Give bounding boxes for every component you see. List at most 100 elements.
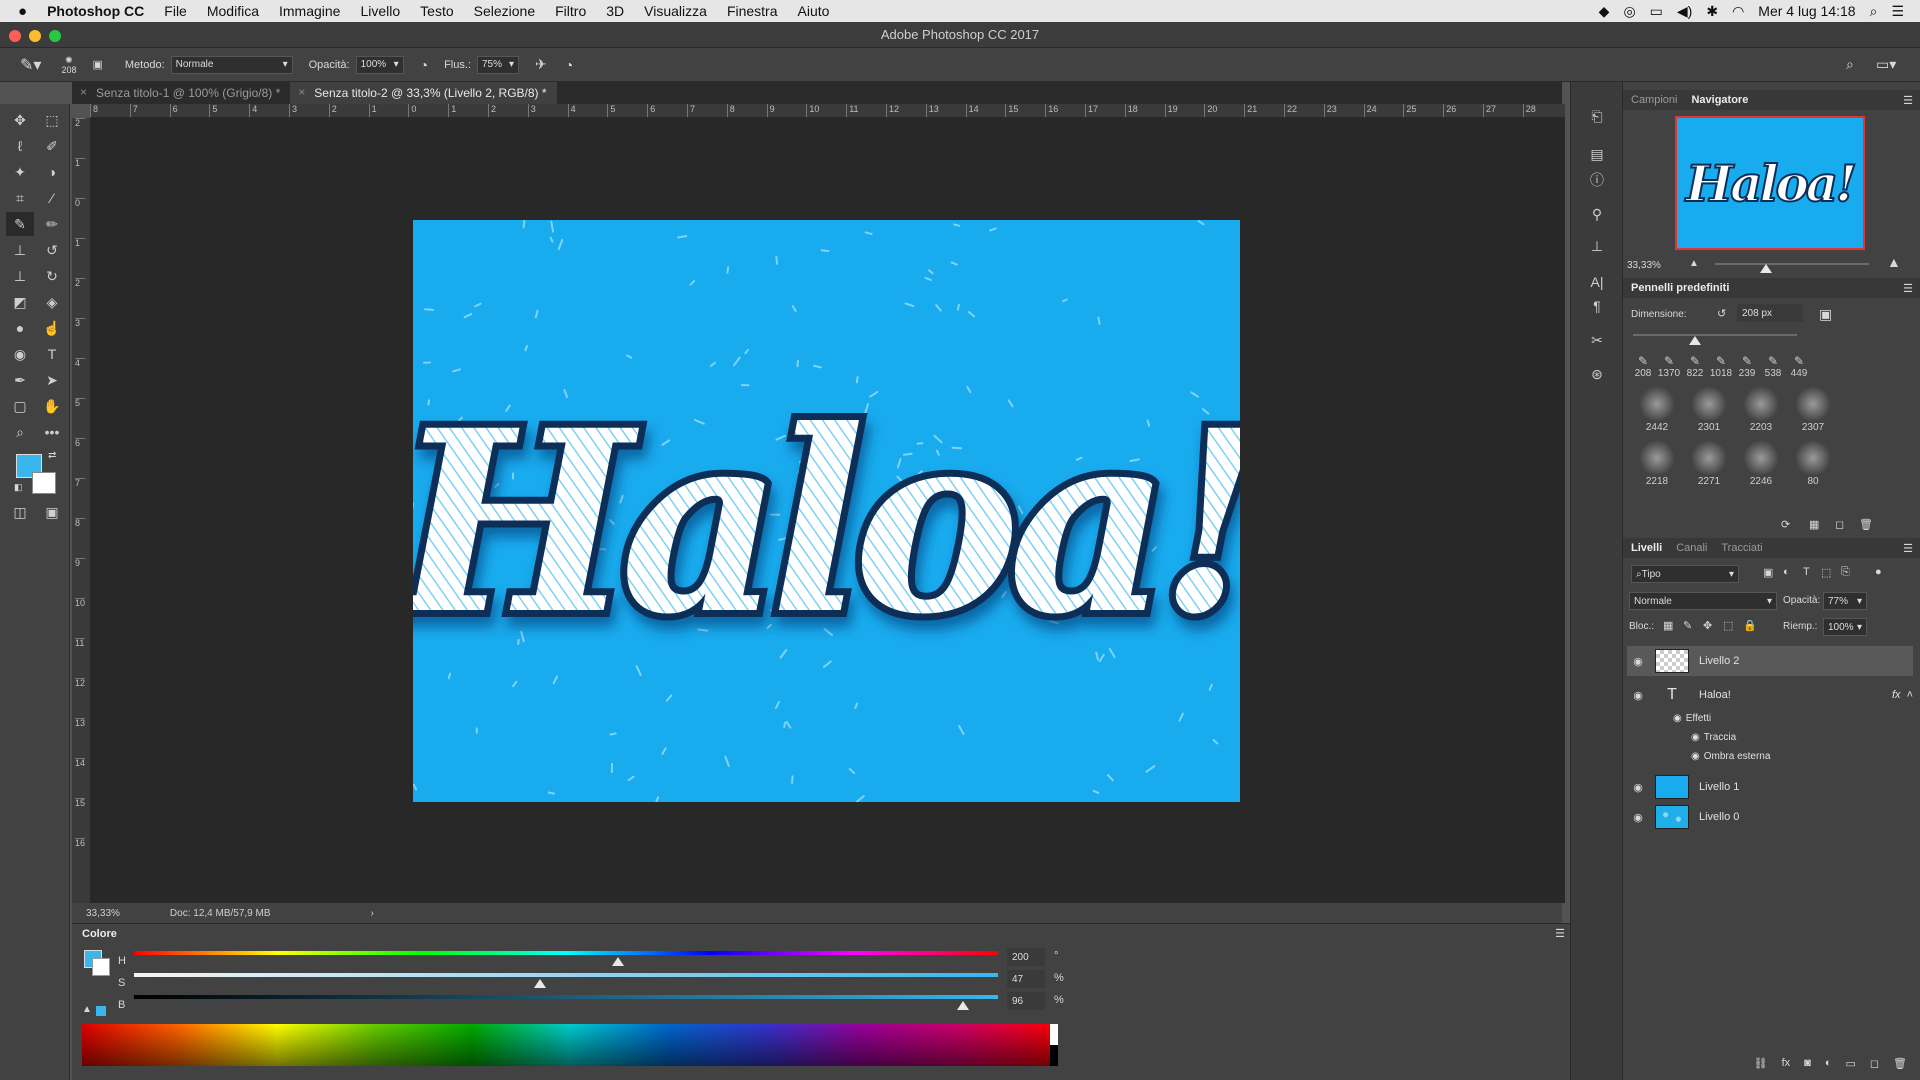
tab-campioni[interactable]: Campioni	[1631, 94, 1677, 106]
brush-preset[interactable]: 2246	[1733, 440, 1789, 487]
filter-smart-icon[interactable]: ⎘	[1841, 566, 1850, 579]
tab-canali[interactable]: Canali	[1676, 542, 1707, 554]
brush-preset[interactable]: 2203	[1733, 386, 1789, 433]
brush-preset[interactable]: 2271	[1681, 440, 1737, 487]
horizontal-ruler[interactable]: 8 7 6 5 4 3 2 1 0 1 2 3 4 5 6 7 8 9 10 11 12 13 14 15 16 17 18 19 20…	[90, 104, 1565, 118]
layer-row-livello-1[interactable]: ◉ Livello 1	[1627, 772, 1913, 802]
document-canvas[interactable]: Haloa!	[413, 220, 1240, 802]
sync-icon[interactable]: ◎	[1623, 3, 1635, 20]
apple-menu-icon[interactable]: ●	[0, 3, 37, 20]
brush-tool-icon[interactable]: ✎	[6, 212, 34, 236]
menu-visualizza[interactable]: Visualizza	[634, 3, 717, 19]
art-history-brush-icon[interactable]: ↻	[38, 264, 66, 288]
color-ramp[interactable]	[82, 1024, 1058, 1066]
history-brush-icon[interactable]: ↺	[38, 238, 66, 262]
pressure-opacity-icon[interactable]: ◔	[420, 57, 428, 73]
app-menu[interactable]: Photoshop CC	[37, 3, 154, 19]
blend-mode-select[interactable]: Normale ▾	[1629, 592, 1777, 610]
navigator-zoom-knob[interactable]	[1759, 264, 1772, 273]
panel-menu-icon[interactable]: ☰	[1903, 282, 1920, 295]
zoom-window-button[interactable]	[49, 30, 61, 42]
flow-field[interactable]: 75% ▾	[476, 55, 519, 74]
default-colors-icon[interactable]: ◧	[14, 482, 23, 493]
effect-row-ombra-esterna[interactable]: ◉ Ombra esterna	[1627, 746, 1913, 766]
tab-document-2[interactable]: × Senza titolo-2 @ 33,3% (Livello 2, RGB/…	[290, 82, 557, 104]
brightness-slider[interactable]	[134, 995, 998, 999]
menu-testo[interactable]: Testo	[410, 3, 463, 19]
zoom-tool-icon[interactable]: ⌕	[6, 420, 34, 444]
search-icon[interactable]: ⌕	[1846, 56, 1854, 73]
workspace-switcher-icon[interactable]: ▭▾	[1876, 56, 1896, 73]
info-panel-icon[interactable]: ⓘ	[1583, 168, 1611, 192]
eye-icon[interactable]: ◉	[1627, 689, 1649, 702]
reset-size-icon[interactable]: ↺	[1717, 307, 1726, 320]
brush-size-slider[interactable]	[1633, 334, 1797, 336]
blur-tool-icon[interactable]: ●	[6, 316, 34, 340]
paint-bucket-icon[interactable]: ◈	[38, 290, 66, 314]
panel-menu-icon[interactable]: ☰	[1903, 94, 1920, 107]
navigator-preview[interactable]: Haloa!	[1675, 116, 1865, 250]
spotlight-icon[interactable]: ⌕	[1870, 3, 1878, 20]
dodge-tool-icon[interactable]: ◉	[6, 342, 34, 366]
tool-presets-icon[interactable]: ✂	[1583, 328, 1611, 352]
delete-layer-icon[interactable]: 🗑	[1893, 1057, 1907, 1070]
magic-wand-icon[interactable]: ✦	[6, 160, 34, 184]
link-layers-icon[interactable]: ⛓	[1754, 1057, 1768, 1070]
tab-document-1[interactable]: × Senza titolo-1 @ 100% (Grigio/8) *	[72, 82, 290, 104]
clock[interactable]: Mer 4 lug 14:18	[1758, 3, 1855, 19]
eye-icon[interactable]: ◉	[1627, 655, 1649, 668]
quick-mask-icon[interactable]: ◫	[6, 500, 34, 524]
brush-preset[interactable]: 2301	[1681, 386, 1737, 433]
zoom-in-icon[interactable]: ▲	[1887, 254, 1901, 270]
brush-preset[interactable]: 2307	[1785, 386, 1841, 433]
eye-icon[interactable]: ◉	[1627, 781, 1649, 794]
menu-livello[interactable]: Livello	[350, 3, 410, 19]
zoom-level[interactable]: 33,33%	[86, 908, 120, 919]
eyedropper-tool-icon[interactable]: ⁄	[38, 186, 66, 210]
saturation-slider[interactable]	[134, 973, 998, 977]
eye-icon[interactable]: ◉	[1627, 811, 1649, 824]
marquee-tool-icon[interactable]: ⬚	[38, 108, 66, 132]
notification-center-icon[interactable]: ☰	[1891, 3, 1904, 20]
menu-file[interactable]: File	[154, 3, 197, 19]
close-window-button[interactable]	[9, 30, 21, 42]
lock-artboard-icon[interactable]: ⬚	[1723, 619, 1733, 632]
hue-field[interactable]: 200	[1007, 948, 1045, 966]
brush-size-field[interactable]: 208 px	[1737, 304, 1803, 322]
brush-preset[interactable]: 2218	[1629, 440, 1685, 487]
eye-icon[interactable]: ◉	[1673, 713, 1682, 724]
ramp-white-black-swatch[interactable]	[1050, 1024, 1058, 1066]
more-tools-icon[interactable]: •••	[38, 420, 66, 444]
saturation-slider-knob[interactable]	[534, 979, 547, 988]
brush-preset[interactable]: 2442	[1629, 386, 1685, 433]
menu-filtro[interactable]: Filtro	[545, 3, 596, 19]
menu-3d[interactable]: 3D	[596, 3, 634, 19]
layer-row-haloa[interactable]: ◉ T Haloa! fx ˄	[1627, 680, 1913, 710]
close-tab-icon[interactable]: ×	[80, 85, 87, 99]
brush-preset[interactable]: ✎ 449	[1771, 354, 1827, 379]
stamp-tool-icon[interactable]: ⊥	[6, 264, 34, 288]
zoom-out-icon[interactable]: ▲	[1689, 258, 1699, 269]
actions-panel-icon[interactable]: ▤	[1583, 142, 1611, 166]
brush-settings-icon[interactable]: ⚲	[1583, 202, 1611, 226]
brush-size-knob[interactable]	[1689, 336, 1702, 345]
screen-mode-icon[interactable]: ▣	[38, 500, 66, 524]
brightness-field[interactable]: 96	[1007, 992, 1045, 1010]
hue-slider[interactable]	[134, 951, 998, 955]
history-panel-icon[interactable]: ⎗	[1583, 104, 1611, 128]
mode-select[interactable]: Normale ▾	[170, 55, 293, 74]
close-tab-icon[interactable]: ×	[298, 85, 305, 99]
brightness-slider-knob[interactable]	[957, 1001, 970, 1010]
airbrush-icon[interactable]: ✈	[535, 56, 547, 73]
menu-selezione[interactable]: Selezione	[464, 3, 546, 19]
minimize-window-button[interactable]	[29, 30, 41, 42]
dropbox-icon[interactable]: ◆	[1599, 3, 1610, 20]
gamut-warning-icon[interactable]: ▲	[82, 1004, 92, 1015]
fx-badge[interactable]: fx	[1892, 689, 1901, 701]
cc-libraries-icon[interactable]: ⊛	[1583, 362, 1611, 386]
menu-finestra[interactable]: Finestra	[717, 3, 788, 19]
volume-icon[interactable]: ◀)	[1677, 3, 1692, 20]
clone-source-icon[interactable]: ⊥	[1583, 234, 1611, 258]
pressure-size-icon[interactable]: ◔	[565, 57, 573, 73]
new-layer-icon[interactable]: ◻	[1870, 1057, 1879, 1070]
